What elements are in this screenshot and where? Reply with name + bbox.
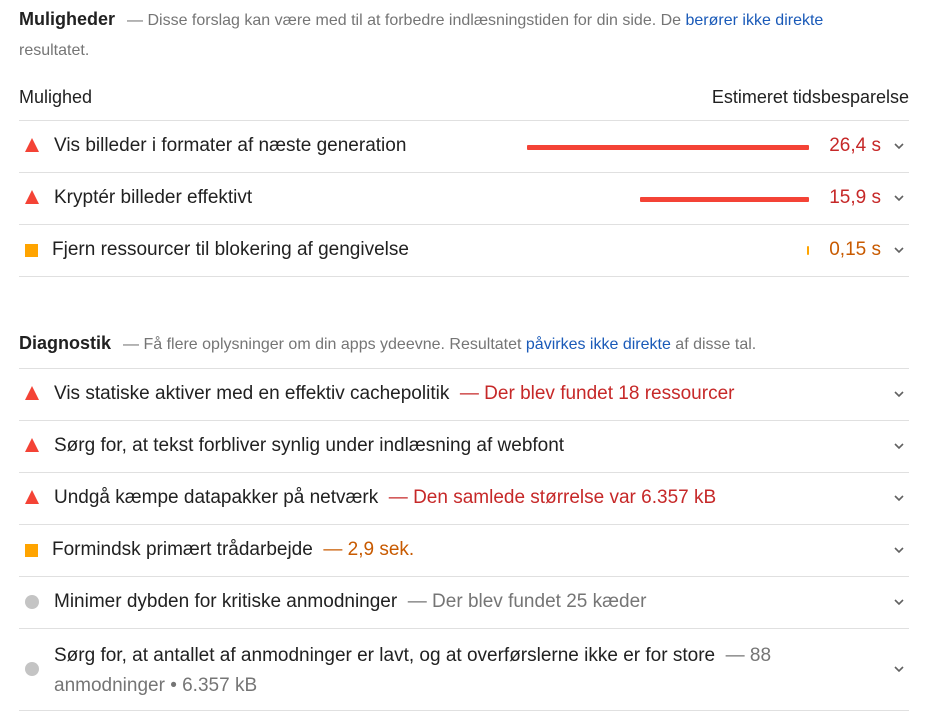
opportunity-label: Fjern ressourcer til blokering af gengiv… (52, 239, 409, 260)
diagnostics-learn-more-link[interactable]: påvirkes ikke direkte (526, 336, 671, 353)
diagnostic-label: Minimer dybden for kritiske anmodninger (54, 591, 398, 612)
opportunity-label: Kryptér billeder effektivt (54, 187, 253, 208)
diagnostic-detail: — Den samlede størrelse var 6.357 kB (388, 487, 717, 508)
opportunities-learn-more-link[interactable]: berører ikke direkte (686, 12, 824, 29)
diagnostic-row[interactable]: Sørg for, at tekst forbliver synlig unde… (19, 421, 909, 473)
chevron-down-icon[interactable] (893, 244, 905, 256)
triangle-icon (25, 138, 39, 152)
diagnostic-label-line: Formindsk primært trådarbejde — 2,9 sek. (52, 539, 414, 561)
diagnostics-header: Diagnostik — Få flere oplysninger om din … (19, 328, 909, 360)
diagnostic-label-line: Minimer dybden for kritiske anmodninger … (54, 591, 646, 613)
opportunities-desc-prefix: — Disse forslag kan være med til at forb… (127, 12, 686, 29)
chevron-down-icon[interactable] (893, 663, 905, 675)
square-icon (25, 544, 38, 557)
chevron-down-icon[interactable] (893, 544, 905, 556)
diagnostic-row[interactable]: Undgå kæmpe datapakker på netværk — Den … (19, 473, 909, 525)
diagnostic-label: Vis statiske aktiver med en effektiv cac… (54, 383, 450, 404)
opportunities-header: Muligheder — Disse forslag kan være med t… (19, 4, 849, 66)
diagnostic-label: Formindsk primært trådarbejde (52, 539, 313, 560)
opportunity-label: Vis billeder i formater af næste generat… (54, 135, 407, 156)
diagnostic-label: Sørg for, at tekst forbliver synlig unde… (54, 435, 565, 456)
opportunities-title: Muligheder (19, 9, 116, 29)
diagnostic-detail: — Der blev fundet 18 ressourcer (459, 383, 735, 404)
square-icon (25, 244, 38, 257)
diagnostics-title: Diagnostik (19, 333, 112, 353)
diagnostic-row[interactable]: Sørg for, at antallet af anmodninger er … (19, 629, 909, 711)
chevron-down-icon[interactable] (893, 388, 905, 400)
opportunities-desc-suffix: resultatet. (19, 42, 90, 59)
column-estimated-savings: Estimeret tidsbesparelse (711, 87, 909, 107)
diagnostic-row[interactable]: Vis statiske aktiver med en effektiv cac… (19, 369, 909, 421)
diagnostic-detail: — Der blev fundet 25 kæder (407, 591, 647, 612)
diagnostic-detail: — 2,9 sek. (323, 539, 415, 560)
triangle-icon (25, 438, 39, 452)
savings-bar (527, 145, 809, 150)
opportunity-row[interactable]: Fjern ressourcer til blokering af gengiv… (19, 225, 909, 277)
savings-value: 0,15 s (829, 239, 881, 260)
chevron-down-icon[interactable] (893, 192, 905, 204)
savings-bar (640, 197, 809, 202)
diagnostic-label: Sørg for, at antallet af anmodninger er … (54, 645, 716, 666)
chevron-down-icon[interactable] (893, 440, 905, 452)
chevron-down-icon[interactable] (893, 492, 905, 504)
diagnostic-label-line: Sørg for, at antallet af anmodninger er … (54, 641, 844, 701)
diagnostic-row[interactable]: Formindsk primært trådarbejde — 2,9 sek. (19, 525, 909, 577)
opportunity-row[interactable]: Kryptér billeder effektivt 15,9 s (19, 173, 909, 225)
circle-icon (25, 595, 39, 609)
diagnostic-row[interactable]: Minimer dybden for kritiske anmodninger … (19, 577, 909, 629)
diagnostic-label-line: Undgå kæmpe datapakker på netværk — Den … (54, 487, 716, 509)
circle-icon (25, 662, 39, 676)
opportunity-row[interactable]: Vis billeder i formater af næste generat… (19, 121, 909, 173)
chevron-down-icon[interactable] (893, 140, 905, 152)
opportunities-column-header: Mulighed Estimeret tidsbesparelse (19, 82, 909, 121)
triangle-icon (25, 190, 39, 204)
savings-value: 15,9 s (829, 187, 881, 208)
triangle-icon (25, 490, 39, 504)
triangle-icon (25, 386, 39, 400)
savings-value: 26,4 s (829, 135, 881, 156)
diagnostic-label: Undgå kæmpe datapakker på netværk (54, 487, 379, 508)
savings-bar (807, 246, 809, 255)
diagnostic-label-line: Vis statiske aktiver med en effektiv cac… (54, 383, 734, 405)
chevron-down-icon[interactable] (893, 596, 905, 608)
diagnostics-desc-prefix: — Få flere oplysninger om din apps ydeev… (123, 336, 526, 353)
column-opportunity: Mulighed (19, 87, 93, 107)
diagnostics-desc-suffix: af disse tal. (670, 336, 757, 353)
